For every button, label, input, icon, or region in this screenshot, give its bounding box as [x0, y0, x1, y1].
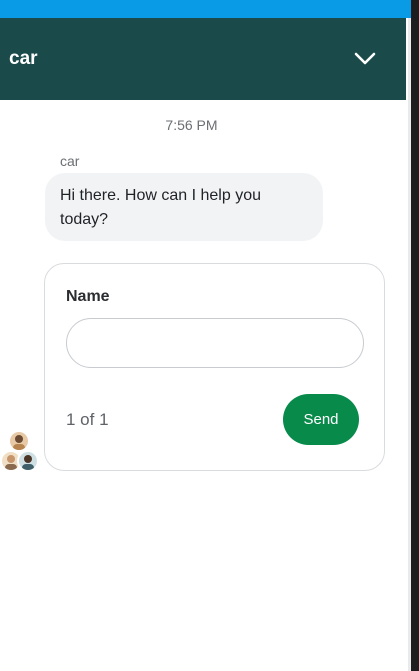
name-field-label: Name	[66, 288, 110, 305]
send-button[interactable]: Send	[283, 394, 359, 445]
chevron-down-icon	[354, 52, 376, 65]
collapse-button[interactable]	[354, 48, 376, 70]
sender-name: car	[60, 153, 80, 169]
prechat-form: Name 1 of 1 Send	[44, 263, 385, 471]
message-text: Hi there. How can I help you today?	[60, 187, 261, 228]
top-status-strip	[0, 0, 411, 18]
form-pager: 1 of 1	[66, 410, 109, 429]
agent-avatars	[0, 430, 42, 474]
message-bubble: Hi there. How can I help you today?	[45, 173, 323, 241]
window-edge	[411, 0, 419, 671]
avatar	[17, 450, 39, 472]
name-field[interactable]	[66, 318, 364, 368]
chat-title: car	[9, 48, 38, 69]
message-timestamp: 7:56 PM	[165, 117, 218, 133]
chat-header: car	[0, 18, 406, 100]
scrollbar-track[interactable]	[408, 18, 411, 671]
avatar	[8, 430, 30, 452]
